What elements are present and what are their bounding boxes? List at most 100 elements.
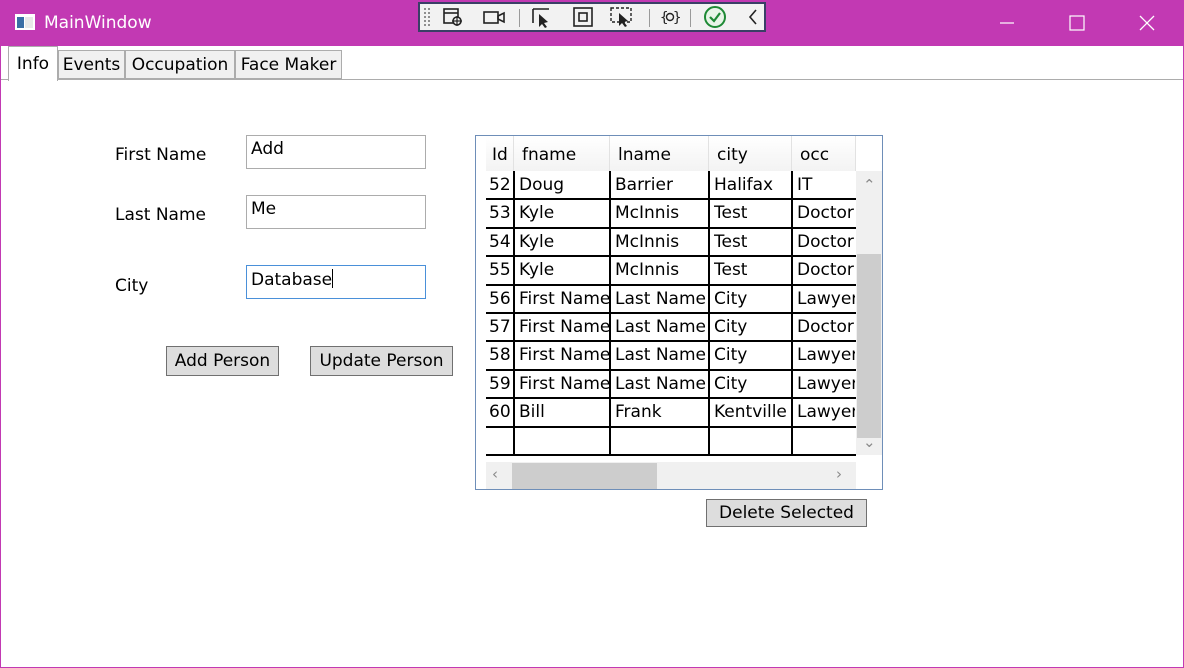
cell-occ: Lawyer xyxy=(797,345,855,365)
update-person-button[interactable]: Update Person xyxy=(310,346,453,376)
grip-icon[interactable] xyxy=(423,6,431,28)
cell-city: City xyxy=(714,317,748,337)
cell-lname: Last Name xyxy=(615,374,706,394)
last-name-input[interactable]: Me xyxy=(246,195,426,229)
cell-lname: Last Name xyxy=(615,345,706,365)
minimize-button[interactable] xyxy=(972,0,1042,46)
cell-occ: Doctor xyxy=(797,203,854,223)
cell-id: 54 xyxy=(489,232,511,252)
cell-city: Halifax xyxy=(714,175,774,195)
column-gridline xyxy=(708,171,710,455)
people-datagrid[interactable]: Id fname lname city occ 52 Doug Barrier Halifax… xyxy=(475,135,883,490)
scroll-right-icon[interactable]: › xyxy=(836,465,842,483)
live-tree-icon xyxy=(443,8,462,26)
horizontal-scroll-thumb[interactable] xyxy=(512,463,657,489)
first-name-label: First Name xyxy=(115,145,207,165)
add-person-button[interactable]: Add Person xyxy=(166,346,279,376)
cell-id: 58 xyxy=(489,345,511,365)
xaml-debug-toolbar: {} xyxy=(418,2,766,32)
cell-occ: Doctor xyxy=(797,317,854,337)
row-gridline xyxy=(486,284,856,286)
row-gridline xyxy=(486,312,856,314)
display-layout-adorners-button[interactable] xyxy=(570,6,596,28)
cell-id: 53 xyxy=(489,203,511,223)
cell-id: 57 xyxy=(489,317,511,337)
track-focus-button[interactable] xyxy=(609,6,635,28)
cell-fname: Kyle xyxy=(519,232,555,252)
scroll-left-icon[interactable]: ‹ xyxy=(492,465,498,483)
cell-occ: Lawyer xyxy=(797,289,855,309)
column-header-fname[interactable]: fname xyxy=(514,136,610,171)
city-label: City xyxy=(115,276,149,296)
cell-lname: McInnis xyxy=(615,260,680,280)
cell-occ: Lawyer xyxy=(797,374,855,394)
hot-reload-button[interactable]: {} xyxy=(657,6,683,28)
column-gridline xyxy=(609,171,611,455)
tab-info[interactable]: Info xyxy=(8,46,58,81)
record-button[interactable] xyxy=(481,6,507,28)
column-header-occ[interactable]: occ xyxy=(792,136,856,171)
tab-face-maker[interactable]: Face Maker xyxy=(235,50,342,79)
cell-city: Test xyxy=(714,260,748,280)
column-header-city[interactable]: city xyxy=(709,136,792,171)
cell-city: City xyxy=(714,374,748,394)
row-gridline xyxy=(486,198,856,200)
horizontal-scrollbar[interactable]: ‹ › xyxy=(486,462,856,489)
close-button[interactable] xyxy=(1112,0,1182,46)
cell-id: 60 xyxy=(489,402,511,422)
tab-events[interactable]: Events xyxy=(58,50,125,79)
cell-fname: First Name xyxy=(519,289,609,309)
city-input[interactable]: Database xyxy=(246,265,426,299)
layout-adorner-icon xyxy=(573,7,593,27)
close-icon xyxy=(1139,15,1155,31)
select-pointer-icon xyxy=(532,8,549,28)
last-name-label: Last Name xyxy=(115,205,206,225)
status-ok-button[interactable] xyxy=(702,6,728,28)
text-caret xyxy=(332,269,334,288)
row-gridline xyxy=(486,397,856,399)
row-gridline xyxy=(486,255,856,257)
cell-id: 55 xyxy=(489,260,511,280)
cell-fname: Kyle xyxy=(519,260,555,280)
hot-reload-icon: {} xyxy=(660,10,681,26)
collapse-toolbar-button[interactable] xyxy=(740,6,766,28)
app-icon xyxy=(15,14,35,30)
cell-city: City xyxy=(714,345,748,365)
cell-city: City xyxy=(714,289,748,309)
row-gridline xyxy=(486,426,856,428)
scroll-down-icon[interactable]: ⌄ xyxy=(863,433,876,451)
last-name-value: Me xyxy=(251,199,277,219)
maximize-button[interactable] xyxy=(1042,0,1112,46)
column-header-lname[interactable]: lname xyxy=(610,136,709,171)
cell-lname: Last Name xyxy=(615,317,706,337)
delete-selected-button[interactable]: Delete Selected xyxy=(706,499,867,527)
cell-occ: Doctor xyxy=(797,260,854,280)
cell-fname: First Name xyxy=(519,345,609,365)
cell-fname: First Name xyxy=(519,317,609,337)
title-bar[interactable]: MainWindow {} xyxy=(1,0,1184,46)
cell-occ: Doctor xyxy=(797,232,854,252)
vertical-scrollbar[interactable]: ⌃ ⌄ xyxy=(856,171,882,455)
first-name-input[interactable]: Add xyxy=(246,135,426,169)
cell-id: 52 xyxy=(489,175,511,195)
toolbar-separator xyxy=(649,9,650,27)
cell-fname: Kyle xyxy=(519,203,555,223)
cell-occ: Lawyer xyxy=(797,402,855,422)
toolbar-separator xyxy=(690,9,691,27)
row-gridline xyxy=(486,454,856,456)
cell-occ: IT xyxy=(797,175,813,195)
column-header-id[interactable]: Id xyxy=(486,136,514,171)
select-element-button[interactable] xyxy=(529,6,555,28)
toolbar-separator xyxy=(519,9,520,27)
tab-strip-border xyxy=(1,79,1183,80)
svg-text:}: } xyxy=(673,10,681,26)
cell-id: 59 xyxy=(489,374,511,394)
cell-fname: Bill xyxy=(519,402,545,422)
scroll-up-icon[interactable]: ⌃ xyxy=(863,176,876,194)
tab-occupation[interactable]: Occupation xyxy=(125,50,235,79)
row-gridline xyxy=(486,227,856,229)
cell-lname: Barrier xyxy=(615,175,673,195)
cell-lname: Last Name xyxy=(615,289,706,309)
vertical-scroll-thumb[interactable] xyxy=(857,254,881,438)
live-visual-tree-button[interactable] xyxy=(440,6,466,28)
